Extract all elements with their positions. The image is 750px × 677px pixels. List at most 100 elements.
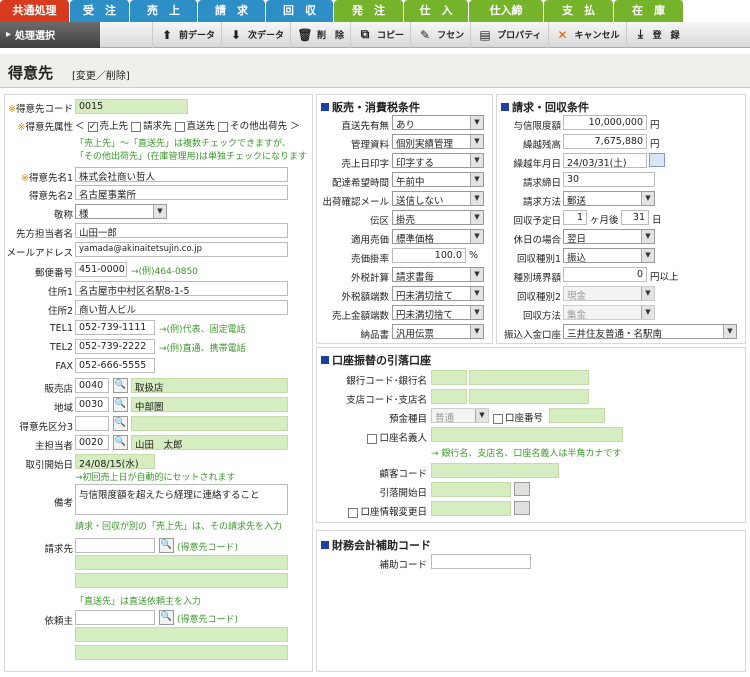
debit-acct-number[interactable] — [549, 408, 605, 423]
area-code-input[interactable]: 0030 — [75, 397, 109, 412]
email-input[interactable]: yamada@akinaitetsujin.co.jp — [75, 242, 288, 257]
sales-row-select[interactable]: 掛売 ▼ — [392, 210, 484, 225]
cancel-button[interactable]: ✕ キャンセル — [547, 21, 626, 48]
sales-row-select[interactable]: 送信しない ▼ — [392, 191, 484, 206]
debit-cust-input[interactable] — [431, 463, 559, 478]
email-label: メールアドレス — [6, 248, 73, 259]
tab-collection[interactable]: 回 収 — [266, 0, 334, 22]
debit-type-select[interactable]: 普通 ▼ — [431, 408, 489, 423]
debit-bank-code[interactable] — [431, 370, 467, 385]
bill-method-select[interactable]: 郵送 ▼ — [563, 191, 655, 206]
billto-search-button[interactable]: 🔍 — [159, 538, 174, 553]
tab-purchase-order[interactable]: 発 注 — [334, 0, 404, 22]
holiday-select[interactable]: 翌日 ▼ — [563, 229, 655, 244]
kind1-select[interactable]: 振込 ▼ — [563, 248, 655, 263]
attr-sales-checkbox[interactable]: ✓ 売上先 — [87, 121, 128, 132]
accounting-panel: 財務会計補助コード 補助コード — [316, 530, 746, 672]
tel2-input[interactable]: 052-739-2222 — [75, 339, 155, 354]
staff-code-input[interactable]: 0020 — [75, 435, 109, 450]
due-month-input[interactable]: 1 — [563, 210, 587, 225]
attr-direct-checkbox[interactable]: 直送先 — [174, 121, 215, 132]
due-day-input[interactable]: 31 — [621, 210, 649, 225]
copy-button[interactable]: ⧉ コピー — [350, 21, 410, 48]
sales-row-select[interactable]: 請求書毎 ▼ — [392, 267, 484, 282]
delete-button[interactable]: 🗑 削 除 — [290, 21, 350, 48]
name1-input[interactable]: 株式会社商い哲人 — [75, 167, 288, 182]
client-code-input[interactable] — [75, 610, 155, 625]
start-date-field: 24/08/15(水) — [75, 454, 155, 469]
shop-code-input[interactable]: 0040 — [75, 378, 109, 393]
attr-label: ※得意先属性 — [17, 122, 73, 133]
tab-billing[interactable]: 請 求 — [198, 0, 266, 22]
address1-input[interactable]: 名古屋市中村区名駅8-1-5 — [75, 281, 288, 296]
debit-bank-name[interactable] — [469, 370, 589, 385]
chevron-down-icon: ▼ — [641, 249, 654, 262]
menu-select-button[interactable]: ▸ 処理選択 — [0, 21, 100, 48]
attr-other-checkbox[interactable]: その他出荷先 — [218, 121, 287, 132]
sales-row-select[interactable]: 個別実績管理 ▼ — [392, 134, 484, 149]
contact-label: 先方担当者名 — [15, 229, 73, 240]
customer-code-field[interactable]: 0015 — [75, 99, 188, 114]
border-input[interactable]: 0 — [563, 267, 647, 282]
sub-code-input[interactable] — [431, 554, 531, 569]
sales-row-select[interactable]: 印字する ▼ — [392, 153, 484, 168]
sales-row-select[interactable]: 汎用伝票 ▼ — [392, 324, 484, 339]
tel1-input[interactable]: 052-739-1111 — [75, 320, 155, 335]
debit-start-input[interactable] — [431, 482, 511, 497]
zip-input[interactable]: 451-0000 — [75, 262, 127, 277]
register-button[interactable]: ⤓ 登 録 — [625, 21, 686, 48]
area-search-button[interactable]: 🔍 — [113, 397, 128, 412]
attr-bill-checkbox[interactable]: 請求先 — [131, 121, 172, 132]
debit-change-input[interactable] — [431, 501, 511, 516]
carry-input[interactable]: 7,675,880 — [563, 134, 647, 149]
honorific-select[interactable]: 様 ▼ — [75, 204, 167, 219]
way-select[interactable]: 集金 ▼ — [563, 305, 655, 320]
fusen-button[interactable]: ✎ フセン — [410, 21, 470, 48]
tab-inventory[interactable]: 在 庫 — [614, 0, 684, 22]
name2-input[interactable]: 名古屋事業所 — [75, 185, 288, 200]
debit-acct-checkbox[interactable]: 口座番号 — [493, 410, 543, 424]
sales-tax-panel: 販売・消費税条件 直送先有無 あり ▼ 管理資料 個別実績管理 ▼ 売上日印字 印字する ▼ 配達… — [316, 94, 493, 344]
property-button[interactable]: ▤ プロパティ — [470, 21, 547, 48]
kind2-select[interactable]: 現金 ▼ — [563, 286, 655, 301]
prev-data-button[interactable]: ⬆ 前データ — [152, 21, 221, 48]
fax-input[interactable]: 052-666-5555 — [75, 358, 155, 373]
sales-row-select[interactable]: 円未満切捨て ▼ — [392, 305, 484, 320]
sales-row-select[interactable]: 円未満切捨て ▼ — [392, 286, 484, 301]
bank-select[interactable]: 三井住友普通・名駅南 ▼ — [563, 324, 737, 339]
client-note: 「直送先」は直送依頼主を入力 — [75, 597, 202, 607]
address2-input[interactable]: 商い哲人ビル — [75, 300, 288, 315]
carry-date-input[interactable]: 24/03/31(土) — [563, 153, 647, 168]
sales-row-select[interactable]: あり ▼ — [392, 115, 484, 130]
client-search-button[interactable]: 🔍 — [159, 610, 174, 625]
tab-payment[interactable]: 支 払 — [544, 0, 614, 22]
tab-orders[interactable]: 受 注 — [70, 0, 130, 22]
staff-search-button[interactable]: 🔍 — [113, 435, 128, 450]
cat3-code-input[interactable] — [75, 416, 109, 431]
next-data-button[interactable]: ⬇ 次データ — [221, 21, 290, 48]
chevron-down-icon: ▼ — [641, 306, 654, 319]
sales-row-select[interactable]: 午前中 ▼ — [392, 172, 484, 187]
cat3-search-button[interactable]: 🔍 — [113, 416, 128, 431]
calendar-icon[interactable] — [514, 501, 530, 515]
sales-row-input[interactable]: 100.0 — [392, 248, 466, 263]
kind1-label: 回収種別1 — [516, 254, 561, 265]
debit-branch-code[interactable] — [431, 389, 467, 404]
carry-date-label: 繰越年月日 — [513, 159, 561, 170]
tab-sales[interactable]: 売 上 — [130, 0, 198, 22]
close-day-input[interactable]: 30 — [563, 172, 655, 187]
billing-panel: 請求・回収条件 与信限度額 10,000,000 円 繰越残高 7,675,88… — [496, 94, 746, 344]
tab-purchase-close[interactable]: 仕入締 — [469, 0, 544, 22]
tab-purchase[interactable]: 仕 入 — [404, 0, 469, 22]
debit-branch-name[interactable] — [469, 389, 589, 404]
contact-input[interactable]: 山田一郎 — [75, 223, 288, 238]
credit-input[interactable]: 10,000,000 — [563, 115, 647, 130]
billto-code-input[interactable] — [75, 538, 155, 553]
debit-holder-input[interactable] — [431, 427, 623, 442]
remarks-textarea[interactable]: 与信限度額を超えたら経理に連絡すること — [75, 484, 288, 515]
sales-row-select[interactable]: 標準価格 ▼ — [392, 229, 484, 244]
calendar-icon[interactable] — [514, 482, 530, 496]
calendar-icon[interactable] — [649, 153, 665, 167]
shop-search-button[interactable]: 🔍 — [113, 378, 128, 393]
tab-common[interactable]: 共通処理 — [0, 0, 70, 22]
